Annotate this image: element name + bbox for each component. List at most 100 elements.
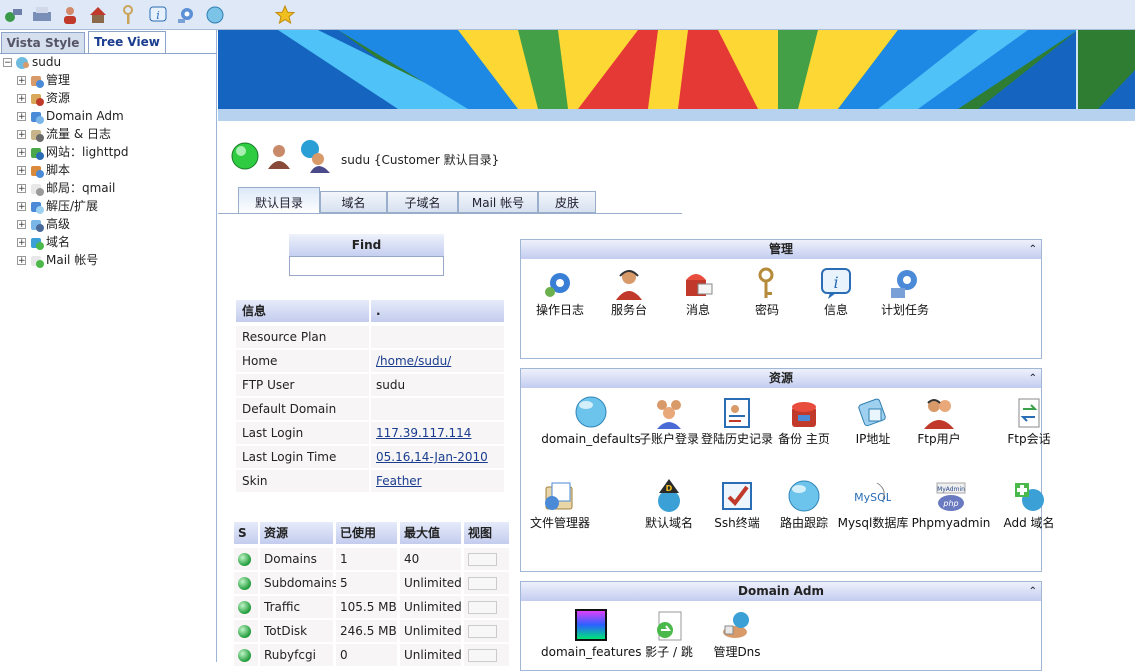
tree-item[interactable]: + 管理	[17, 71, 70, 89]
expand-icon[interactable]: +	[17, 256, 26, 266]
tree-item[interactable]: + Domain Adm	[17, 107, 124, 125]
find-input[interactable]	[289, 256, 444, 276]
user-red-icon[interactable]	[58, 3, 82, 27]
tile-password[interactable]: 密码	[727, 266, 807, 317]
collapse-up-icon[interactable]: ⌃	[1029, 369, 1037, 388]
tree-item[interactable]: + 高级	[17, 215, 70, 233]
tile-operation-log[interactable]: 操作日志	[520, 266, 600, 317]
usage-bar[interactable]	[468, 601, 497, 614]
tile-mysql-database[interactable]: MySQL Mysql数据库	[833, 479, 913, 530]
info-link[interactable]: /home/sudu/	[376, 354, 451, 368]
usage-bar[interactable]	[468, 577, 497, 590]
ftp-users-icon	[899, 395, 979, 429]
tree-item[interactable]: + 资源	[17, 89, 70, 107]
tile-traceroute[interactable]: 路由跟踪	[764, 479, 844, 530]
tree-item[interactable]: + Mail 帐号	[17, 251, 98, 269]
info-key: Home	[236, 350, 369, 372]
globe-user-icon	[15, 55, 31, 71]
collapse-up-icon[interactable]: ⌃	[1029, 240, 1037, 259]
expand-icon[interactable]: +	[17, 76, 26, 86]
tree-item-label: 域名	[46, 235, 71, 249]
tile-file-manager[interactable]: 文件管理器	[520, 479, 600, 530]
info-link[interactable]: Feather	[376, 474, 422, 488]
panel-domain-adm-title[interactable]: Domain Adm ⌃	[521, 582, 1041, 601]
desk-icon[interactable]	[30, 3, 54, 27]
collapse-up-icon[interactable]: ⌃	[1029, 582, 1037, 601]
tree-item[interactable]: + 流量 & 日志	[17, 125, 111, 143]
panel-manage-title[interactable]: 管理 ⌃	[521, 240, 1041, 259]
tile-label: 文件管理器	[529, 516, 590, 530]
tree-item-label: 邮局：qmail	[46, 181, 116, 195]
tile-backup-home[interactable]: 备份 主页	[764, 395, 844, 446]
tree-item[interactable]: + 脚本	[17, 161, 70, 179]
collapse-icon[interactable]: −	[3, 58, 12, 68]
tile-ftp-sessions[interactable]: Ftp会话	[989, 395, 1069, 446]
usage-bar[interactable]	[468, 649, 497, 662]
usage-bar[interactable]	[468, 553, 497, 566]
tile-label: Mysql数据库	[837, 516, 909, 530]
tile-domain-features[interactable]: domain_features	[541, 608, 642, 659]
tab-domains[interactable]: 域名	[320, 191, 387, 213]
tree-item[interactable]: + 解压/扩展	[17, 197, 98, 215]
tab-vista-style[interactable]: Vista Style	[1, 32, 85, 53]
file-manager-icon	[520, 479, 600, 513]
info-link[interactable]: 117.39.117.114	[376, 426, 471, 440]
usage-view	[464, 548, 509, 570]
usage-row: Domains 1 40	[234, 548, 509, 572]
info-value: 05.16,14-Jan-2010	[371, 446, 504, 468]
usage-bar[interactable]	[468, 625, 497, 638]
usage-used: 1	[336, 548, 397, 570]
tab-mail-accounts[interactable]: Mail 帐号	[458, 191, 538, 213]
tile-label: Ftp会话	[1007, 432, 1051, 446]
status-ok-icon	[238, 649, 251, 662]
tools-icon[interactable]	[2, 3, 26, 27]
tile-add-domain[interactable]: Add 域名	[989, 479, 1069, 530]
info-link[interactable]: 05.16,14-Jan-2010	[376, 450, 488, 464]
expand-icon[interactable]: +	[17, 202, 26, 212]
info-row: Last Login Time 05.16,14-Jan-2010	[236, 446, 504, 470]
tree-item[interactable]: + 网站：lighttpd	[17, 143, 129, 161]
gear-icon[interactable]	[174, 3, 198, 27]
expand-icon[interactable]: +	[17, 148, 26, 158]
expand-icon[interactable]: +	[17, 130, 26, 140]
info-icon[interactable]: i	[146, 3, 170, 27]
tree-item[interactable]: + 域名	[17, 233, 70, 251]
tile-helpdesk[interactable]: 服务台	[589, 266, 669, 317]
tile-label: 路由跟踪	[779, 516, 828, 530]
expand-icon[interactable]: +	[17, 184, 26, 194]
svg-text:i: i	[833, 273, 838, 292]
expand-icon[interactable]: +	[17, 238, 26, 248]
expand-icon[interactable]: +	[17, 166, 26, 176]
usage-max: Unlimited	[400, 572, 462, 594]
key-icon[interactable]	[116, 3, 140, 27]
usage-max: 40	[400, 548, 461, 570]
tree-item[interactable]: + 邮局：qmail	[17, 179, 115, 197]
tab-tree-view[interactable]: Tree View	[88, 31, 166, 54]
tab-skins[interactable]: 皮肤	[538, 191, 596, 213]
tab-default-dir[interactable]: 默认目录	[238, 187, 320, 214]
tile-manage-dns[interactable]: 管理Dns	[697, 608, 777, 659]
manage-dns-icon	[697, 608, 777, 642]
tile-label: 信息	[823, 303, 848, 317]
tile-phpmyadmin[interactable]: MyAdmin php Phpmyadmin	[911, 479, 991, 530]
panel-resources-title[interactable]: 资源 ⌃	[521, 369, 1041, 388]
tile-scheduled-tasks[interactable]: 计划任务	[865, 266, 945, 317]
tile-label: 默认域名	[644, 516, 693, 530]
password-icon	[727, 266, 807, 300]
tree-root[interactable]: − sudu	[3, 53, 61, 71]
tile-ftp-users[interactable]: Ftp用户	[899, 395, 979, 446]
info-key: Last Login Time	[236, 446, 369, 468]
tile-domain-defaults[interactable]: domain_defaults	[541, 395, 641, 446]
mail-box-icon[interactable]	[86, 3, 110, 27]
tab-underline	[218, 213, 682, 214]
globe-icon[interactable]	[203, 3, 227, 27]
expand-icon[interactable]: +	[17, 220, 26, 230]
expand-icon[interactable]: +	[17, 94, 26, 104]
star-icon[interactable]	[273, 3, 297, 27]
tab-subdomains[interactable]: 子域名	[387, 191, 458, 213]
tile-info[interactable]: i 信息	[796, 266, 876, 317]
left-panel: Vista Style Tree View − sudu + 管理 + 资源 + Domai…	[0, 30, 217, 662]
expand-icon[interactable]: +	[17, 112, 26, 122]
tile-messages[interactable]: 消息	[658, 266, 738, 317]
usage-row: Subdomains 5 Unlimited	[234, 572, 509, 596]
